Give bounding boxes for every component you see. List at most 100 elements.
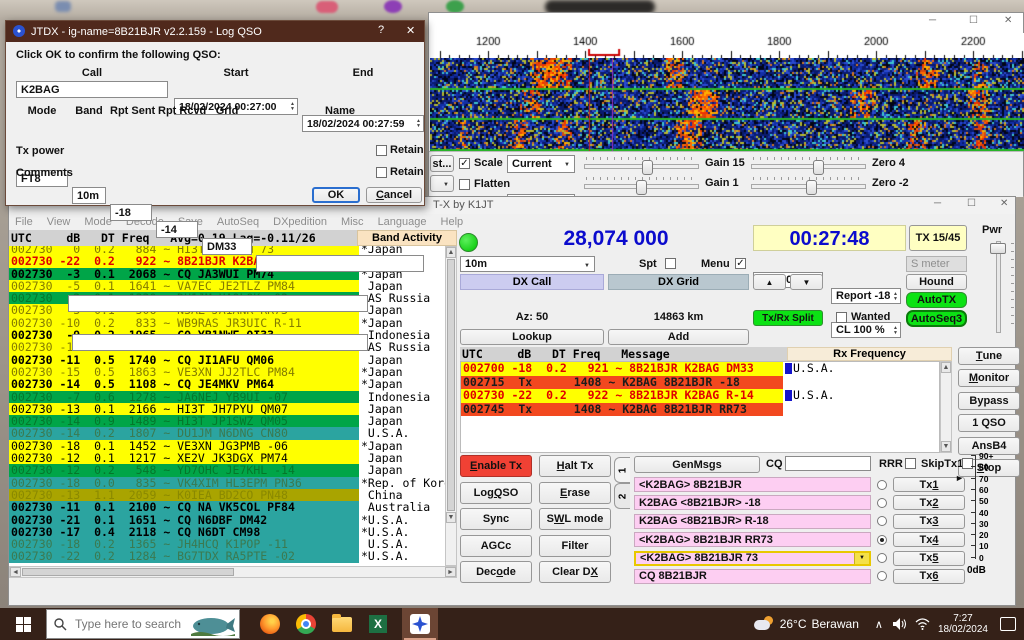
scroll-up-icon[interactable]: ▲	[446, 247, 456, 258]
spt-checkbox[interactable]	[665, 258, 676, 269]
weather-temp[interactable]: 26°C	[780, 617, 807, 631]
decode-button[interactable]: Decode	[460, 561, 532, 583]
tray-chevron-icon[interactable]: ∧	[875, 618, 883, 631]
firefox-icon[interactable]	[258, 612, 282, 636]
gain-bottom-slider[interactable]	[584, 177, 699, 193]
decode-row[interactable]: 002730 -12 0.1 1217 ~ XE2V JK3DGX PM74 J…	[9, 452, 445, 464]
wide-graph-titlebar[interactable]: ─ ☐ ✕	[429, 13, 1023, 33]
menu-file[interactable]: File	[15, 216, 33, 228]
erase-button[interactable]: Erase	[539, 482, 611, 504]
autotx-button[interactable]: AutoTX	[906, 292, 967, 308]
menu-checkbox[interactable]	[735, 258, 746, 269]
help-icon[interactable]: ?	[378, 24, 384, 36]
decode-row[interactable]: 002730 -17 0.4 2118 ~ CQ N6DT CM98*U.S.A…	[9, 526, 445, 538]
tx-power-field[interactable]	[68, 295, 368, 312]
close-icon[interactable]: ✕	[1004, 15, 1012, 26]
decode-row[interactable]: 002700 -18 0.2 921 ~ 8B21BJR K2BAG DM33U…	[461, 362, 939, 376]
scroll-up-icon[interactable]: ▲	[941, 362, 951, 373]
rx-frequency-list[interactable]: 002700 -18 0.2 921 ~ 8B21BJR K2BAG DM33U…	[460, 361, 940, 453]
tune-button[interactable]: Tune	[958, 347, 1020, 365]
decode-row[interactable]: 002730 -14 0.2 1807 ~ DU1JM N6DNG CN80 U…	[9, 427, 445, 439]
menu-autoseq[interactable]: AutoSeq	[217, 216, 259, 228]
scroll-thumb[interactable]	[22, 568, 234, 576]
add-button[interactable]: Add	[608, 329, 749, 345]
scroll-left-icon[interactable]: ◄	[10, 567, 21, 577]
band-activity-list[interactable]: 002730 0 0.2 884 ~ HI3T JE2BOM 73*Japan0…	[9, 246, 445, 566]
lookup-button[interactable]: Lookup	[460, 329, 604, 345]
filter-button[interactable]: Filter	[539, 535, 611, 557]
frequency-scale[interactable]	[430, 33, 1024, 58]
tx-select-radio[interactable]	[877, 480, 887, 490]
band-activity-vscrollbar[interactable]: ▲ ▼	[445, 246, 457, 566]
dropdown-arrow-icon[interactable]: ▼	[854, 553, 869, 564]
tx-select-radio[interactable]	[877, 571, 887, 581]
end-field[interactable]: 18/02/2024 00:27:59	[302, 115, 424, 132]
decode-row[interactable]: 002730 -13 1.1 2059 ~ K0IEA BD2CO PN48 C…	[9, 489, 445, 501]
tx-message-field[interactable]: <K2BAG> 8B21BJR RR73	[634, 532, 871, 547]
taskbar-search[interactable]	[46, 609, 240, 639]
pwr-slider-handle[interactable]	[990, 243, 1006, 254]
tx-select-radio[interactable]	[877, 498, 887, 508]
decode-row[interactable]: 002730 -11 0.5 1740 ~ CQ JI1AFU QM06 Jap…	[9, 354, 445, 366]
menu-help[interactable]: Help	[441, 216, 464, 228]
decode-row[interactable]: 002730 -12 0.2 548 ~ YD7OHC JE7KHL -14 J…	[9, 464, 445, 476]
halt-tx-button[interactable]: Halt Tx	[539, 455, 611, 477]
clock-tray[interactable]: 7:27 18/02/2024	[938, 613, 988, 635]
autoseq-button[interactable]: AutoSeq3	[906, 310, 967, 327]
wifi-icon[interactable]	[915, 618, 930, 630]
tx-3-button[interactable]: Tx 3	[893, 514, 965, 529]
decode-row[interactable]: 002745 Tx 1408 ~ K2BAG 8B21BJR RR73	[461, 403, 939, 417]
report-spinner[interactable]: Report -18	[831, 288, 901, 304]
maximize-icon[interactable]: ☐	[969, 15, 978, 26]
name-field[interactable]	[256, 255, 424, 272]
close-icon[interactable]: ✕	[406, 24, 415, 37]
decode-row[interactable]: 002715 Tx 1408 ~ K2BAG 8B21BJR -18	[461, 376, 939, 390]
comments-retain-checkbox[interactable]	[376, 167, 387, 178]
ok-button[interactable]: OK	[312, 187, 360, 203]
wanted-checkbox[interactable]	[836, 312, 847, 323]
genmsgs-button[interactable]: GenMsgs	[634, 456, 760, 473]
tx-2-button[interactable]: Tx 2	[893, 495, 965, 510]
close-icon[interactable]: ✕	[1000, 198, 1008, 209]
scroll-right-icon[interactable]: ►	[445, 567, 456, 577]
minimize-icon[interactable]: ─	[934, 198, 941, 209]
rx-frequency-vscrollbar[interactable]: ▲ ▼	[940, 361, 952, 453]
rrr-checkbox[interactable]	[905, 458, 916, 469]
decode-row[interactable]: 002730 -18 0.2 1365 ~ JH4HCQ K1POP -11 U…	[9, 538, 445, 550]
pwr-slider[interactable]	[987, 241, 1007, 331]
palette-combo-stub[interactable]	[430, 175, 454, 192]
file-explorer-icon[interactable]	[330, 612, 354, 636]
zero-bottom-slider[interactable]	[751, 177, 866, 193]
zero-top-slider[interactable]	[751, 157, 866, 173]
agcc-button[interactable]: AGCc	[460, 535, 532, 557]
scroll-down-icon[interactable]: ▼	[941, 441, 951, 452]
tx-cycle-button[interactable]: TX 15/45	[909, 225, 967, 251]
rpt-rcvd-field[interactable]	[156, 221, 198, 238]
rpt-sent-field[interactable]	[110, 204, 152, 221]
decode-row[interactable]: 002730 -22 0.2 1284 ~ BG7TDX RA5PTE -02*…	[9, 550, 445, 562]
cl-spinner[interactable]: CL 100 %	[831, 322, 901, 338]
tx-select-radio[interactable]	[877, 553, 887, 563]
tx-message-field[interactable]: <K2BAG> 8B21BJR 73▼	[634, 551, 871, 566]
maximize-icon[interactable]: ☐	[967, 198, 976, 209]
1-qso-button[interactable]: 1 QSO	[958, 414, 1020, 432]
freq-down-button[interactable]: ▼	[790, 274, 823, 290]
tx-5-button[interactable]: Tx 5	[893, 551, 965, 566]
menu-dxpedition[interactable]: DXpedition	[273, 216, 327, 228]
cancel-button[interactable]: Cancel	[366, 187, 422, 203]
swl-mode-button[interactable]: SWL mode	[539, 508, 611, 530]
monitor-button[interactable]: Monitor	[958, 369, 1020, 387]
message-tab-1[interactable]: 1	[614, 457, 630, 483]
decode-row[interactable]: 002730 -18 0.0 835 ~ VK4XIM HL3EPM PN36*…	[9, 477, 445, 489]
tx-select-radio[interactable]	[877, 535, 887, 545]
decode-row[interactable]: 002730 -14 0.5 1108 ~ CQ JE4MKV PM64*Jap…	[9, 378, 445, 390]
hound-button[interactable]: Hound	[906, 274, 967, 290]
palette-combo[interactable]: Current	[507, 155, 575, 173]
tx-select-radio[interactable]	[877, 516, 887, 526]
band-field[interactable]	[72, 187, 106, 204]
message-tab-2[interactable]: 2	[614, 483, 630, 509]
decode-row[interactable]: 002730 -14 0.9 1489 ~ HI3T JP1SWZ QM05 J…	[9, 415, 445, 427]
scroll-thumb[interactable]	[447, 259, 455, 511]
scale-checkbox[interactable]	[459, 158, 470, 169]
bypass-button[interactable]: Bypass	[958, 392, 1020, 410]
